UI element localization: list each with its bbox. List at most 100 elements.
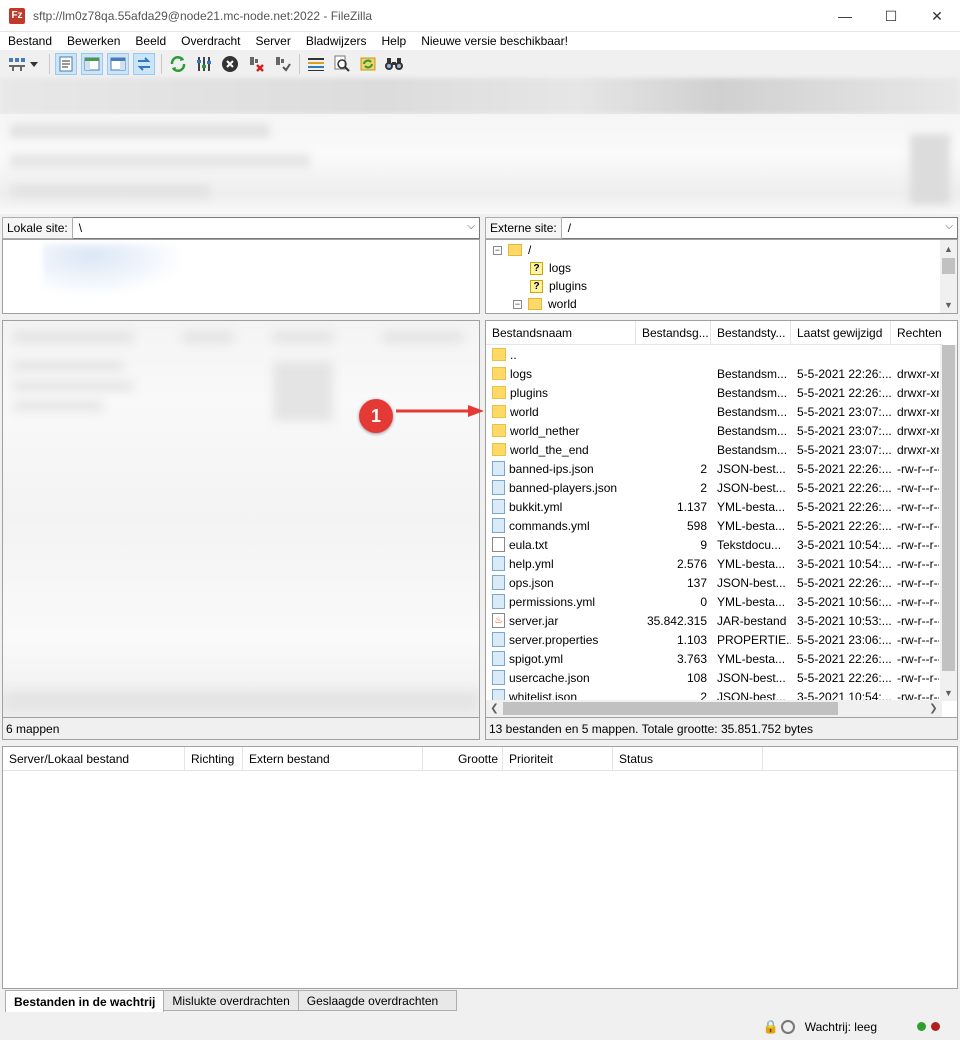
maximize-button[interactable]: ☐	[868, 0, 914, 32]
cancel-icon[interactable]	[219, 53, 241, 75]
close-window-button[interactable]: ✕	[914, 0, 960, 32]
file-size: 0	[700, 594, 707, 609]
process-queue-icon[interactable]	[193, 53, 215, 75]
chevron-down-icon[interactable]: ⌵	[467, 221, 475, 232]
local-site-path-input[interactable]: \ ⌵	[72, 216, 480, 239]
file-row[interactable]: world Bestandsm... 5-5-2021 23:07:... drwxr…	[486, 402, 939, 421]
refresh-icon[interactable]	[167, 53, 189, 75]
remote-file-list[interactable]: Bestandsnaam Bestandsg... Bestandsty... …	[485, 320, 958, 718]
file-type: YML-besta...	[717, 594, 786, 609]
file-row[interactable]: world_nether Bestandsm... 5-5-2021 23:07:.…	[486, 421, 939, 440]
column-filetype[interactable]: Bestandsty...	[711, 321, 791, 345]
file-row[interactable]: commands.yml 598 YML-besta... 5-5-2021 22:2…	[486, 516, 939, 535]
file-row[interactable]: logs Bestandsm... 5-5-2021 22:26:... drwxr-…	[486, 364, 939, 383]
tree-node-root[interactable]: − /	[493, 241, 531, 259]
tab-queued-files[interactable]: Bestanden in de wachtrij	[5, 990, 165, 1012]
file-row[interactable]: usercache.json 108 JSON-best... 5-5-2021 22…	[486, 668, 939, 687]
file-row[interactable]: banned-players.json 2 JSON-best... 5-5-2021…	[486, 478, 939, 497]
scroll-thumb[interactable]	[942, 345, 955, 671]
column-remote-file[interactable]: Extern bestand	[243, 747, 423, 771]
column-status[interactable]: Status	[613, 747, 763, 771]
tree-node-world[interactable]: − world	[513, 295, 577, 313]
toolbar	[0, 50, 960, 78]
collapse-icon[interactable]: −	[493, 245, 502, 255]
toggle-queue-icon[interactable]	[133, 53, 155, 75]
column-permissions[interactable]: Rechten	[891, 321, 943, 345]
scroll-down-icon[interactable]: ▼	[940, 296, 957, 313]
column-filesize[interactable]: Bestandsg...	[636, 321, 711, 345]
toggle-remote-tree-icon[interactable]	[107, 53, 129, 75]
speed-limit-icon[interactable]	[780, 1019, 795, 1034]
local-path-text: \	[78, 220, 83, 235]
title-bar: Fz sftp://lm0z78qa.55afda29@node21.mc-no…	[0, 0, 960, 32]
directory-filter-icon[interactable]	[305, 53, 327, 75]
column-last-modified[interactable]: Laatst gewijzigd	[791, 321, 891, 345]
remote-tree-scrollbar[interactable]: ▲ ▼	[940, 240, 957, 313]
menu-bewerken[interactable]: Bewerken	[59, 34, 127, 48]
file-row[interactable]: help.yml 2.576 YML-besta... 3-5-2021 10:54:…	[486, 554, 939, 573]
search-icon[interactable]	[331, 53, 353, 75]
menu-server[interactable]: Server	[247, 34, 297, 48]
scroll-thumb[interactable]	[503, 702, 838, 715]
file-row[interactable]: plugins Bestandsm... 5-5-2021 22:26:... drw…	[486, 383, 939, 402]
chevron-down-icon[interactable]: ⌵	[945, 221, 953, 232]
tab-successful-transfers[interactable]: Geslaagde overdrachten	[297, 990, 458, 1011]
file-icon	[492, 575, 505, 590]
file-row[interactable]: permissions.yml 0 YML-besta... 3-5-2021 10:…	[486, 592, 939, 611]
tree-node-logs[interactable]: ? logs	[530, 259, 571, 277]
file-row[interactable]: world_the_end Bestandsm... 5-5-2021 23:07:…	[486, 440, 939, 459]
file-row[interactable]: server.properties 1.103 PROPERTIE... 5-5-20…	[486, 630, 939, 649]
scroll-down-icon[interactable]: ▼	[940, 684, 957, 701]
scroll-thumb[interactable]	[942, 258, 955, 274]
scroll-left-icon[interactable]: ❮	[486, 703, 503, 714]
tab-failed-transfers[interactable]: Mislukte overdrachten	[163, 990, 299, 1011]
toggle-log-icon[interactable]	[55, 53, 77, 75]
reconnect-icon[interactable]	[271, 53, 293, 75]
activity-led-red-icon	[931, 1022, 940, 1031]
sync-browse-icon[interactable]	[357, 53, 379, 75]
scroll-up-icon[interactable]: ▲	[940, 240, 957, 257]
file-row[interactable]: ops.json 137 JSON-best... 5-5-2021 22:26:..…	[486, 573, 939, 592]
annotation-marker: 1	[359, 399, 393, 433]
menu-beeld[interactable]: Beeld	[127, 34, 173, 48]
unknown-folder-icon: ?	[530, 279, 543, 293]
site-manager-icon[interactable]	[5, 53, 43, 75]
remote-list-horizontal-scrollbar[interactable]: ❮ ❯	[486, 700, 942, 717]
file-row[interactable]: banned-ips.json 2 JSON-best... 5-5-2021 22:…	[486, 459, 939, 478]
file-row[interactable]: ..	[486, 345, 939, 364]
file-modified: 3-5-2021 10:53:...	[797, 613, 891, 628]
local-directory-tree[interactable]	[2, 239, 480, 314]
remote-list-vertical-scrollbar[interactable]: ▼	[940, 345, 957, 701]
file-row[interactable]: eula.txt 9 Tekstdocu... 3-5-2021 10:54:... -…	[486, 535, 939, 554]
menu-new-version[interactable]: Nieuwe versie beschikbaar!	[413, 34, 575, 48]
menu-bestand[interactable]: Bestand	[0, 34, 59, 48]
minimize-button[interactable]: —	[822, 0, 868, 32]
column-filename[interactable]: Bestandsnaam	[486, 321, 636, 345]
column-direction[interactable]: Richting	[185, 747, 243, 771]
column-size[interactable]: Grootte	[423, 747, 503, 771]
find-files-binoculars-icon[interactable]	[383, 53, 405, 75]
menu-help[interactable]: Help	[374, 34, 414, 48]
tree-node-plugins[interactable]: ? plugins	[530, 277, 587, 295]
scroll-right-icon[interactable]: ❯	[925, 703, 942, 714]
file-permissions: -rw-r--r--	[897, 480, 939, 495]
remote-directory-tree[interactable]: − / ? logs ? plugins − world ▲ ▼	[485, 239, 958, 314]
column-priority[interactable]: Prioriteit	[503, 747, 613, 771]
file-row[interactable]: spigot.yml 3.763 YML-besta... 5-5-2021 22:2…	[486, 649, 939, 668]
file-type: YML-besta...	[717, 651, 786, 666]
column-server-local-file[interactable]: Server/Lokaal bestand	[3, 747, 185, 771]
file-name-cell: world_nether	[486, 424, 636, 438]
file-name: help.yml	[509, 556, 554, 571]
file-row[interactable]: bukkit.yml 1.137 YML-besta... 5-5-2021 22:2…	[486, 497, 939, 516]
remote-site-path-input[interactable]: / ⌵	[561, 216, 958, 239]
disconnect-icon[interactable]	[245, 53, 267, 75]
collapse-icon[interactable]: −	[513, 299, 522, 309]
lock-icon[interactable]: 🔒	[763, 1019, 779, 1035]
menu-bladwijzers[interactable]: Bladwijzers	[298, 34, 374, 48]
file-row[interactable]: ♨ server.jar 35.842.315 JAR-bestand 3-5-2021…	[486, 611, 939, 630]
toggle-local-tree-icon[interactable]	[81, 53, 103, 75]
transfer-queue[interactable]: Server/Lokaal bestand Richting Extern be…	[2, 746, 958, 989]
menu-overdracht[interactable]: Overdracht	[173, 34, 247, 48]
local-file-list[interactable]	[2, 320, 480, 718]
file-name-cell: ..	[486, 348, 636, 362]
